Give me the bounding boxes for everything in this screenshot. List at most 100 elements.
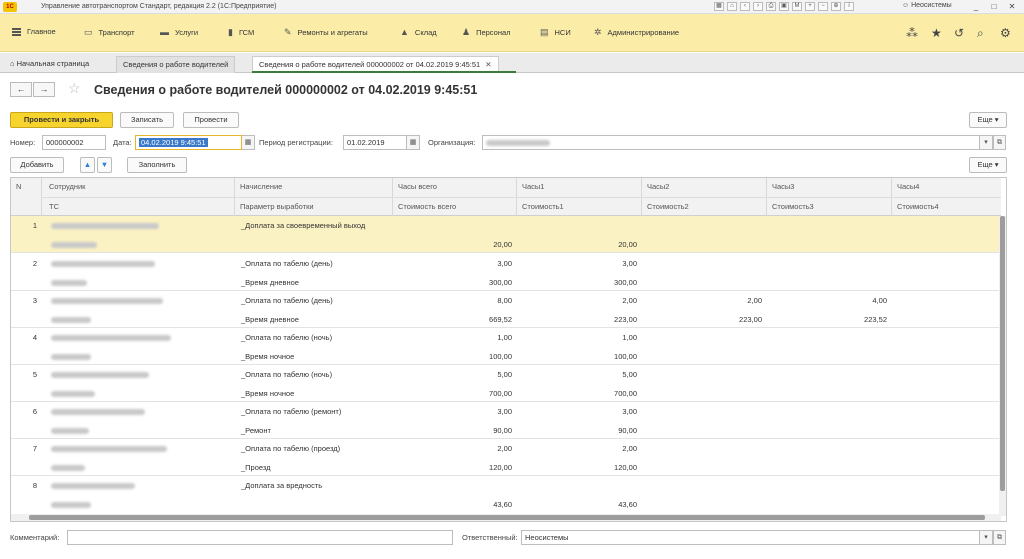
table-row[interactable]: 4 _Оплата по табелю (ночь) _Время ночное… <box>11 328 1001 365</box>
horizontal-scroll-thumb[interactable] <box>29 515 985 520</box>
cost1-cell[interactable]: 223,00 <box>520 315 637 324</box>
settings-icon[interactable]: ⚙ <box>1000 26 1011 40</box>
param-cell[interactable]: _Время ночное <box>241 352 294 361</box>
responsible-open-icon[interactable]: ⧉ <box>993 530 1006 545</box>
back-icon[interactable]: ‹ <box>740 2 750 11</box>
menu-item-services[interactable]: ▬ Услуги <box>160 27 198 37</box>
param-cell[interactable]: _Время дневное <box>241 315 299 324</box>
favorite-star-icon[interactable]: ☆ <box>68 80 81 97</box>
horizontal-scrollbar[interactable] <box>11 514 1001 521</box>
param-cell[interactable]: _Ремонт <box>241 426 271 435</box>
cost-total-cell[interactable]: 100,00 <box>396 352 512 361</box>
cost1-cell[interactable]: 120,00 <box>520 463 637 472</box>
cost2-cell[interactable]: 223,00 <box>645 315 762 324</box>
hours1-cell[interactable]: 3,00 <box>520 259 637 268</box>
post-button[interactable]: Провести <box>183 112 239 128</box>
date-field[interactable]: 04.02.2019 9:45:51 <box>135 135 242 150</box>
table-row[interactable]: 3 _Оплата по табелю (день) _Время дневно… <box>11 291 1001 328</box>
add-row-button[interactable]: Добавить <box>10 157 64 173</box>
maximize-icon[interactable]: □ <box>988 1 1000 12</box>
organization-dropdown-icon[interactable]: ▾ <box>980 135 993 150</box>
hours-total-cell[interactable]: 2,00 <box>396 444 512 453</box>
param-cell[interactable]: _Время дневное <box>241 278 299 287</box>
table-row[interactable]: 6 _Оплата по табелю (ремонт) _Ремонт 3,0… <box>11 402 1001 439</box>
vertical-scrollbar[interactable] <box>999 216 1006 516</box>
apps-grid-icon[interactable]: ⁂ <box>906 26 918 40</box>
post-and-close-button[interactable]: Провести и закрыть <box>10 112 113 128</box>
tab-driver-work-list[interactable]: Сведения о работе водителей <box>116 56 236 73</box>
period-field[interactable]: 01.02.2019 <box>343 135 407 150</box>
hours1-cell[interactable]: 5,00 <box>520 370 637 379</box>
col-header-hours2[interactable]: Часы2 <box>647 182 669 191</box>
table-row[interactable]: 8 _Доплата за вредность 43,60 43,60 <box>11 476 1001 513</box>
memory-minus-icon[interactable]: − <box>818 2 828 11</box>
col-header-n[interactable]: N <box>16 182 21 191</box>
accrual-cell[interactable]: _Оплата по табелю (проезд) <box>241 444 340 453</box>
menu-item-admin[interactable]: ✲ Администрирование <box>594 27 679 37</box>
memory-plus-icon[interactable]: + <box>805 2 815 11</box>
vehicle-cell[interactable] <box>51 463 85 472</box>
employee-cell[interactable] <box>51 259 155 268</box>
cost-total-cell[interactable]: 669,52 <box>396 315 512 324</box>
employee-cell[interactable] <box>51 296 163 305</box>
param-cell[interactable]: _Время ночное <box>241 389 294 398</box>
tab-home[interactable]: ⌂ Начальная страница <box>4 56 95 73</box>
cost-total-cell[interactable]: 20,00 <box>396 240 512 249</box>
menu-item-reference[interactable]: ▤ НСИ <box>540 27 571 37</box>
responsible-field[interactable]: Неосистемы <box>521 530 980 545</box>
favorites-star-icon[interactable]: ★ <box>931 26 942 40</box>
accrual-cell[interactable]: _Оплата по табелю (ночь) <box>241 370 332 379</box>
cost-total-cell[interactable]: 43,60 <box>396 500 512 509</box>
fill-button[interactable]: Заполнить <box>127 157 187 173</box>
history-icon[interactable]: ↺ <box>954 26 964 40</box>
save-file-icon[interactable]: ▣ <box>779 2 789 11</box>
col-header-vehicle[interactable]: ТС <box>49 202 59 211</box>
number-field[interactable]: 000000002 <box>42 135 106 150</box>
move-up-icon[interactable]: ▲ <box>80 157 95 173</box>
print-icon[interactable]: ⎙ <box>766 2 776 11</box>
cost1-cell[interactable]: 20,00 <box>520 240 637 249</box>
close-tab-icon[interactable]: ✕ <box>485 60 491 69</box>
employee-cell[interactable] <box>51 333 171 342</box>
employee-cell[interactable] <box>51 370 149 379</box>
more-button[interactable]: Еще ▾ <box>969 112 1007 128</box>
menu-item-personnel[interactable]: ♟ Персонал <box>462 27 511 37</box>
home-icon[interactable]: ⌂ <box>727 2 737 11</box>
col-header-cost2[interactable]: Стоимость2 <box>647 202 689 211</box>
col-header-cost1[interactable]: Стоимость1 <box>522 202 564 211</box>
move-down-icon[interactable]: ▼ <box>97 157 112 173</box>
forward-button[interactable]: → <box>33 82 55 97</box>
col-header-employee[interactable]: Сотрудник <box>49 182 85 191</box>
calendar-icon[interactable]: ▦ <box>242 135 255 150</box>
vehicle-cell[interactable] <box>51 352 91 361</box>
employee-cell[interactable] <box>51 444 167 453</box>
hours1-cell[interactable]: 1,00 <box>520 333 637 342</box>
employee-cell[interactable] <box>51 407 145 416</box>
organization-field[interactable] <box>482 135 980 150</box>
forward-icon[interactable]: › <box>753 2 763 11</box>
zoom-icon[interactable]: ⊕ <box>831 2 841 11</box>
vehicle-cell[interactable] <box>51 278 87 287</box>
col-header-cost3[interactable]: Стоимость3 <box>772 202 814 211</box>
search-icon[interactable]: ⌕ <box>977 26 984 40</box>
col-header-hours4[interactable]: Часы4 <box>897 182 919 191</box>
cost1-cell[interactable]: 43,60 <box>520 500 637 509</box>
hours1-cell[interactable]: 2,00 <box>520 444 637 453</box>
period-calendar-icon[interactable]: ▦ <box>407 135 420 150</box>
comment-field[interactable] <box>67 530 453 545</box>
cost1-cell[interactable]: 100,00 <box>520 352 637 361</box>
cost-total-cell[interactable]: 90,00 <box>396 426 512 435</box>
vehicle-cell[interactable] <box>51 500 91 509</box>
vehicle-cell[interactable] <box>51 426 89 435</box>
col-header-cost-total[interactable]: Стоимость всего <box>398 202 456 211</box>
minimize-icon[interactable]: _ <box>970 1 982 12</box>
hours3-cell[interactable]: 4,00 <box>770 296 887 305</box>
close-window-icon[interactable]: ✕ <box>1006 1 1018 12</box>
table-row[interactable]: 5 _Оплата по табелю (ночь) _Время ночное… <box>11 365 1001 402</box>
accrual-cell[interactable]: _Доплата за вредность <box>241 481 322 490</box>
col-header-hours-total[interactable]: Часы всего <box>398 182 437 191</box>
grid-icon[interactable]: ▦ <box>714 2 724 11</box>
vehicle-cell[interactable] <box>51 315 91 324</box>
vehicle-cell[interactable] <box>51 389 95 398</box>
col-header-accrual[interactable]: Начисление <box>240 182 282 191</box>
